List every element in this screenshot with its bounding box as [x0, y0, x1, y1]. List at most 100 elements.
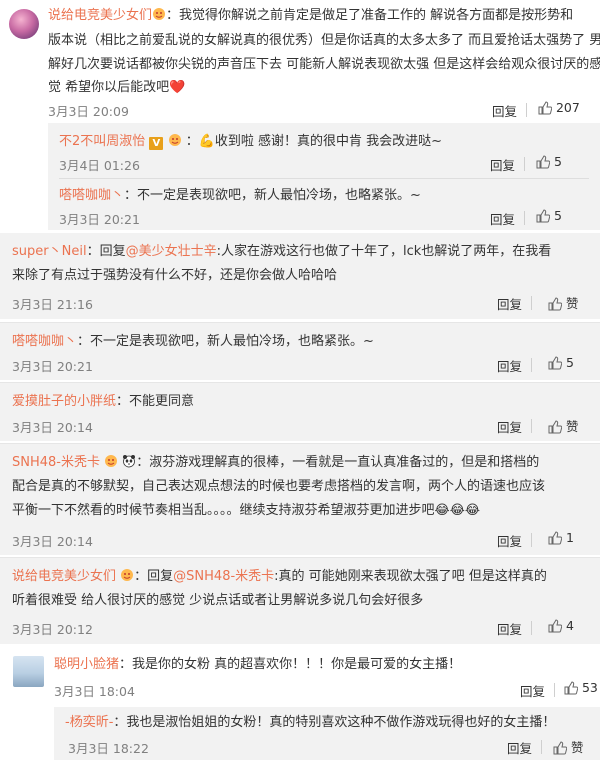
- like-count: 赞: [565, 419, 579, 434]
- username[interactable]: 嗒嗒咖咖丶: [12, 334, 77, 349]
- timestamp: 3月3日 20:12: [12, 622, 93, 637]
- reply-list: 不2不叫周淑怡 V ：💪收到啦 感谢！真的很中肯 我会改进哒~ 3月4日 01:…: [48, 123, 600, 230]
- reply-list: -杨奕昕-：我也是淑怡姐姐的女粉！真的特别喜欢这种不做作游戏玩得也好的女主播！ …: [54, 707, 600, 760]
- username[interactable]: super丶Neil: [12, 244, 87, 259]
- timestamp: 3月4日 01:26: [59, 158, 140, 173]
- divider: [59, 178, 589, 179]
- comment-line: 解好几次要说话都被你尖锐的声音压下去 可能新人解说表现欲太强 但是这样会给观众很…: [48, 57, 600, 72]
- comment-item: 聪明小脸猪：我是你的女粉 真的超喜欢你！！！你是最可爱的女主播！ 3月3日 18…: [0, 648, 600, 706]
- like-button[interactable]: 1: [548, 530, 574, 545]
- timestamp: 3月3日 20:21: [12, 359, 93, 374]
- fan-badge-icon: [120, 568, 134, 582]
- divider: [524, 157, 525, 171]
- divider: [531, 419, 532, 433]
- reply-button[interactable]: 回复: [490, 209, 515, 228]
- like-button[interactable]: 赞: [548, 293, 579, 312]
- comment-thread: 说给电竞美少女们 ：我觉得你解说之前肯定是做足了准备工作的 解说各方面都是按形势和…: [0, 0, 600, 760]
- comment-item: 说给电竞美少女们 ：回复@SNH48-米秃卡:真的 可能她刚来表现欲太强了吧 但…: [0, 558, 600, 644]
- comment-item: 说给电竞美少女们 ：我觉得你解说之前肯定是做足了准备工作的 解说各方面都是按形势和…: [0, 0, 600, 123]
- reply-button[interactable]: 回复: [490, 155, 515, 174]
- comment-line: 觉 希望你以后能改吧❤️: [48, 80, 186, 95]
- comment-item: super丶Neil：回复@美少女壮士辛:人家在游戏这行也做了十年了，lck也解…: [0, 233, 600, 319]
- divider: [541, 740, 542, 754]
- reply-button[interactable]: 回复: [497, 294, 522, 313]
- divider: [531, 533, 532, 547]
- thumbs-up-icon: [536, 155, 551, 169]
- like-button[interactable]: 207: [538, 100, 580, 115]
- fan-badge-icon: [104, 454, 118, 468]
- reply-button[interactable]: 回复: [497, 417, 522, 436]
- comment-item: 嗒嗒咖咖丶：不一定是表现欲吧，新人最怕冷场，也略紧张。~ 3月3日 20:21 …: [0, 323, 600, 380]
- thumbs-up-icon: [553, 741, 568, 755]
- username[interactable]: 嗒嗒咖咖丶: [59, 188, 124, 203]
- like-count: 4: [565, 618, 574, 633]
- muscle-emoji: 💪: [198, 134, 215, 149]
- laugh-emoji: 😂😂😂: [434, 503, 481, 518]
- comment-line: 爱摸肚子的小胖纸：不能更同意: [12, 394, 195, 409]
- like-button[interactable]: 赞: [553, 737, 584, 756]
- panda-badge-icon: [122, 454, 136, 468]
- like-button[interactable]: 4: [548, 618, 574, 633]
- reply-button[interactable]: 回复: [497, 356, 522, 375]
- comment-item: SNH48-米秃卡 ：淑芬游戏理解真的很棒，一看就是一直认真准备过的，但是和搭档…: [0, 444, 600, 555]
- thumbs-up-icon: [538, 101, 553, 115]
- comment-line: 聪明小脸猪：我是你的女粉 真的超喜欢你！！！你是最可爱的女主播！: [54, 657, 462, 672]
- timestamp: 3月3日 21:16: [12, 297, 93, 312]
- reply-button[interactable]: 回复: [507, 738, 532, 757]
- reply-button[interactable]: 回复: [492, 101, 517, 120]
- heart-emoji: ❤️: [169, 80, 186, 95]
- like-button[interactable]: 5: [548, 355, 574, 370]
- timestamp: 3月3日 20:14: [12, 534, 93, 549]
- comment-item: 爱摸肚子的小胖纸：不能更同意 3月3日 20:14 回复 赞: [0, 383, 600, 441]
- comment-line: 版本说（相比之前爱乱说的女解说真的很优秀）但是你话真的太多太多了 而且爱抢话太强…: [48, 33, 600, 48]
- divider: [526, 103, 527, 117]
- comment-line: -杨奕昕-：我也是淑怡姐姐的女粉！真的特别喜欢这种不做作游戏玩得也好的女主播！: [65, 715, 556, 730]
- timestamp: 3月3日 18:22: [68, 741, 149, 756]
- comment-line: super丶Neil：回复@美少女壮士辛:人家在游戏这行也做了十年了，lck也解…: [12, 244, 552, 259]
- timestamp: 3月3日 20:09: [48, 104, 129, 119]
- username[interactable]: 聪明小脸猪: [54, 657, 119, 672]
- avatar[interactable]: [9, 9, 39, 39]
- like-button[interactable]: 5: [536, 154, 562, 169]
- verified-badge-icon: V: [149, 137, 164, 150]
- comment-line: 不2不叫周淑怡 V ：💪收到啦 感谢！真的很中肯 我会改进哒~: [59, 134, 443, 150]
- fan-badge-icon: [152, 7, 166, 21]
- like-count: 1: [565, 530, 574, 545]
- comment-line: 听着很难受 给人很讨厌的感觉 少说点话或者让男解说多说几句会好很多: [12, 593, 424, 608]
- like-button[interactable]: 赞: [548, 416, 579, 435]
- like-count: 赞: [570, 740, 584, 755]
- divider: [531, 621, 532, 635]
- like-count: 赞: [565, 296, 579, 311]
- username[interactable]: 说给电竞美少女们: [48, 8, 152, 23]
- username[interactable]: 爱摸肚子的小胖纸: [12, 394, 116, 409]
- reply-button[interactable]: 回复: [497, 531, 522, 550]
- thumbs-up-icon: [548, 356, 563, 370]
- like-count: 207: [555, 100, 580, 115]
- username[interactable]: 不2不叫周淑怡: [59, 134, 145, 149]
- comment-line: 配合是真的不够默契，自己表达观点想法的时候也要考虑搭档的发言啊，两个人的语速也应…: [12, 479, 546, 494]
- like-button[interactable]: 53: [564, 680, 598, 695]
- divider: [531, 296, 532, 310]
- comment-line: SNH48-米秃卡 ：淑芬游戏理解真的很棒，一看就是一直认真准备过的，但是和搭档…: [12, 454, 540, 470]
- thumbs-up-icon: [548, 531, 563, 545]
- comment-line: 嗒嗒咖咖丶：不一定是表现欲吧，新人最怕冷场，也略紧张。~: [59, 188, 421, 203]
- username[interactable]: 说给电竞美少女们: [12, 569, 116, 584]
- thumbs-up-icon: [548, 297, 563, 311]
- divider: [531, 358, 532, 372]
- avatar[interactable]: [13, 656, 44, 687]
- like-button[interactable]: 5: [536, 208, 562, 223]
- like-count: 5: [565, 355, 574, 370]
- comment-line: 来除了有点过于强势没有什么不好，还是你会做人哈哈哈: [12, 268, 338, 283]
- timestamp: 3月3日 20:14: [12, 420, 93, 435]
- mention-link[interactable]: @美少女壮士辛: [126, 244, 217, 259]
- reply-button[interactable]: 回复: [520, 681, 545, 700]
- thumbs-up-icon: [564, 681, 579, 695]
- comment-line: 嗒嗒咖咖丶：不一定是表现欲吧，新人最怕冷场，也略紧张。~: [12, 334, 374, 349]
- mention-link[interactable]: @SNH48-米秃卡: [173, 569, 274, 584]
- reply-button[interactable]: 回复: [497, 619, 522, 638]
- divider: [554, 683, 555, 697]
- like-count: 5: [553, 208, 562, 223]
- like-count: 5: [553, 154, 562, 169]
- username[interactable]: SNH48-米秃卡: [12, 455, 100, 470]
- username[interactable]: -杨奕昕-: [65, 715, 113, 730]
